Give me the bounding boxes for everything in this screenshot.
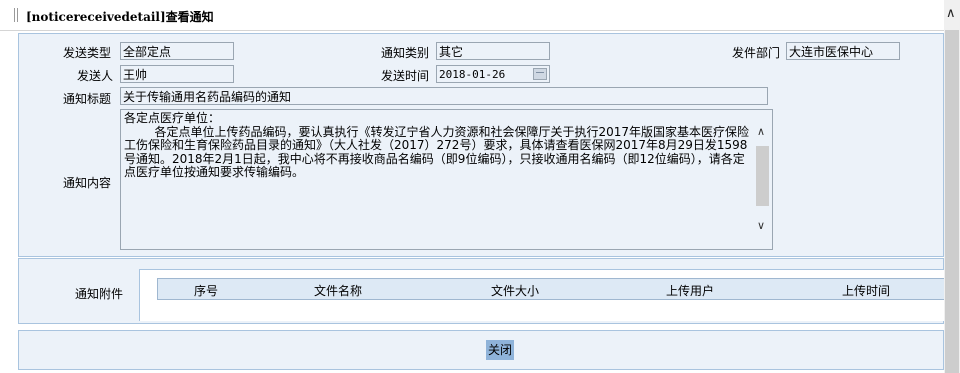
scroll-up-icon[interactable]: ∧ [757,126,765,138]
column-header-upload-user: 上传用户 [666,284,715,298]
notice-category-label: 通知类别 [381,46,430,60]
page-scroll-up-icon[interactable]: ∧ [946,6,956,21]
sender-field[interactable]: 王帅 [120,65,234,83]
calendar-icon[interactable] [533,68,547,80]
send-type-label: 发送类型 [63,46,112,60]
send-time-field[interactable]: 2018-01-26 [436,65,550,83]
send-time-value: 2018-01-26 [439,68,506,81]
notice-content-label: 通知内容 [63,176,112,190]
send-dept-label: 发件部门 [732,46,781,60]
page-title: [noticereceivedetail]查看通知 [26,10,214,24]
column-header-file-size: 文件大小 [491,284,540,298]
column-header-file-name: 文件名称 [314,284,363,298]
title-marker-icon [14,8,18,22]
send-time-label: 发送时间 [381,69,430,83]
page-scrollbar[interactable]: ∧ [944,0,960,373]
column-header-upload-time: 上传时间 [842,284,891,298]
attachment-table: 序号 文件名称 文件大小 上传用户 上传时间 [139,269,954,321]
send-type-field[interactable]: 全部定点 [120,42,234,60]
footer-panel: 关闭 [18,330,944,370]
attachment-panel: 通知附件 序号 文件名称 文件大小 上传用户 上传时间 [18,258,954,324]
notice-content-text: 各定点医疗单位： 各定点单位上传药品编码，要认真执行《转发辽宁省人力资源和社会保… [124,111,750,179]
scroll-down-icon[interactable]: ∨ [757,220,765,232]
content-scroll-thumb[interactable] [756,146,769,206]
notice-title-label: 通知标题 [63,92,112,106]
content-scrollbar[interactable]: ∧ ∨ [754,110,772,249]
title-bar: [noticereceivedetail]查看通知 [0,0,944,31]
attachment-table-header: 序号 文件名称 文件大小 上传用户 上传时间 [157,278,954,300]
page-scroll-thumb[interactable] [945,30,959,373]
close-button[interactable]: 关闭 [486,340,515,360]
notice-content-textarea[interactable]: 各定点医疗单位： 各定点单位上传药品编码，要认真执行《转发辽宁省人力资源和社会保… [120,109,773,250]
attachment-label: 通知附件 [75,287,124,301]
column-header-index: 序号 [194,284,219,298]
notice-form-panel: 发送类型 全部定点 通知类别 其它 发件部门 大连市医保中心 发送人 王帅 发送… [18,33,944,257]
sender-label: 发送人 [77,69,114,83]
notice-category-field[interactable]: 其它 [436,42,550,60]
send-dept-field[interactable]: 大连市医保中心 [786,42,900,60]
notice-title-field[interactable]: 关于传输通用名药品编码的通知 [120,87,768,105]
